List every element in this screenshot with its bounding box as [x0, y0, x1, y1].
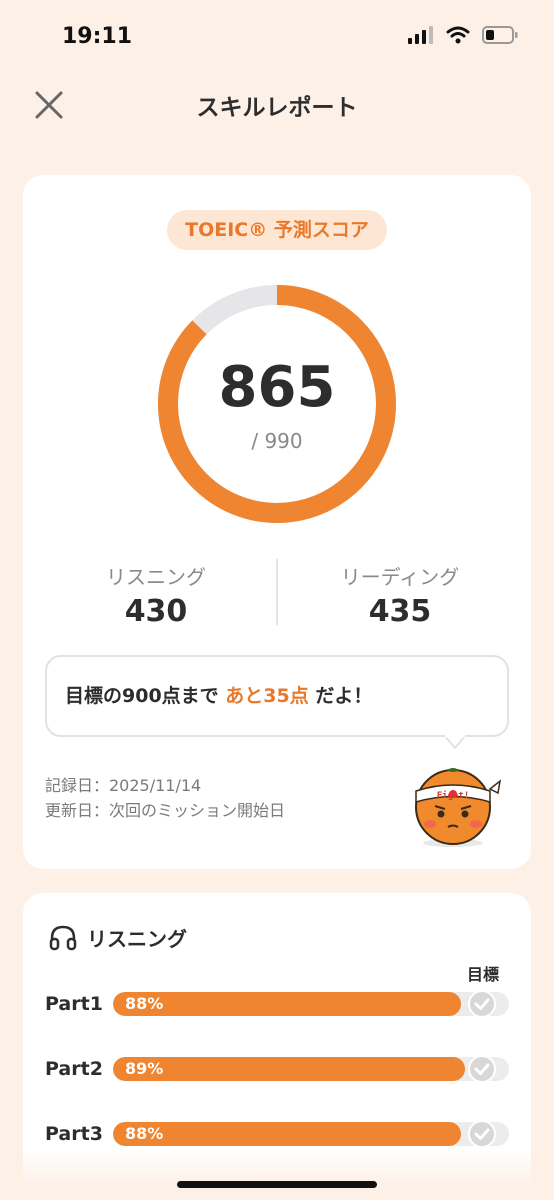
progress-fill	[113, 1122, 462, 1146]
progress-percent: 89%	[125, 1059, 164, 1078]
goal-check-icon	[468, 1120, 496, 1148]
goal-message-highlight: あと35点	[225, 685, 309, 707]
part-label: Part3	[45, 1123, 103, 1145]
part-row: Part3 88%	[45, 1120, 515, 1151]
bubble-tail	[444, 735, 466, 749]
updated-date: 更新日：次回のミッション開始日	[45, 801, 286, 820]
goal-message-suffix: だよ！	[308, 685, 373, 707]
goal-column-label: 目標	[467, 965, 500, 984]
scroll-fade	[0, 1150, 554, 1200]
progress-fill	[113, 992, 462, 1016]
goal-check-icon	[468, 1055, 496, 1083]
status-bar: 19:11	[0, 0, 554, 70]
home-indicator[interactable]	[177, 1181, 377, 1188]
reading-score-label: リーディング	[340, 565, 460, 589]
part-label: Part2	[45, 1058, 103, 1080]
goal-check-icon	[468, 990, 496, 1018]
progress-track: 88%	[113, 1122, 509, 1146]
part-label: Part1	[45, 993, 103, 1015]
mascot-headband-text: Fight!	[437, 790, 470, 801]
battery-icon	[482, 26, 518, 44]
reading-score: リーディング 435	[273, 561, 527, 629]
page-title: スキルレポート	[196, 95, 358, 121]
recorded-date: 記録日：2025/11/14	[45, 776, 202, 795]
goal-message-bubble: 目標の900点まで あと35点 だよ！	[45, 655, 509, 737]
listening-score-label: リスニング	[106, 565, 206, 589]
report-meta: 記録日：2025/11/14 更新日：次回のミッション開始日	[45, 773, 285, 823]
listening-section-header: リスニング	[49, 923, 187, 952]
score-value: 865	[218, 355, 336, 420]
headphones-icon	[49, 925, 77, 950]
score-card: TOEIC® 予測スコア 865 / 990 リスニング 430 リーディング …	[23, 175, 531, 869]
goal-message-prefix: 目標の900点まで	[65, 685, 226, 707]
progress-fill	[113, 1057, 466, 1081]
part-row: Part1 88%	[45, 990, 515, 1021]
score-badge: TOEIC® 予測スコア	[167, 210, 387, 250]
progress-percent: 88%	[125, 1124, 164, 1143]
reading-score-value: 435	[368, 594, 432, 629]
cellular-signal-icon	[408, 26, 433, 44]
part-row: Part2 89%	[45, 1055, 515, 1086]
wifi-icon	[446, 26, 470, 44]
listening-score: リスニング 430	[29, 561, 283, 629]
score-max: / 990	[251, 429, 303, 453]
progress-track: 88%	[113, 992, 509, 1016]
listening-score-value: 430	[124, 594, 188, 629]
orange-mascot-icon: Fight!	[415, 768, 502, 847]
status-icons	[408, 26, 518, 44]
progress-track: 89%	[113, 1057, 509, 1081]
listening-section-title: リスニング	[87, 927, 187, 951]
status-time: 19:11	[62, 24, 133, 49]
progress-percent: 88%	[125, 994, 164, 1013]
